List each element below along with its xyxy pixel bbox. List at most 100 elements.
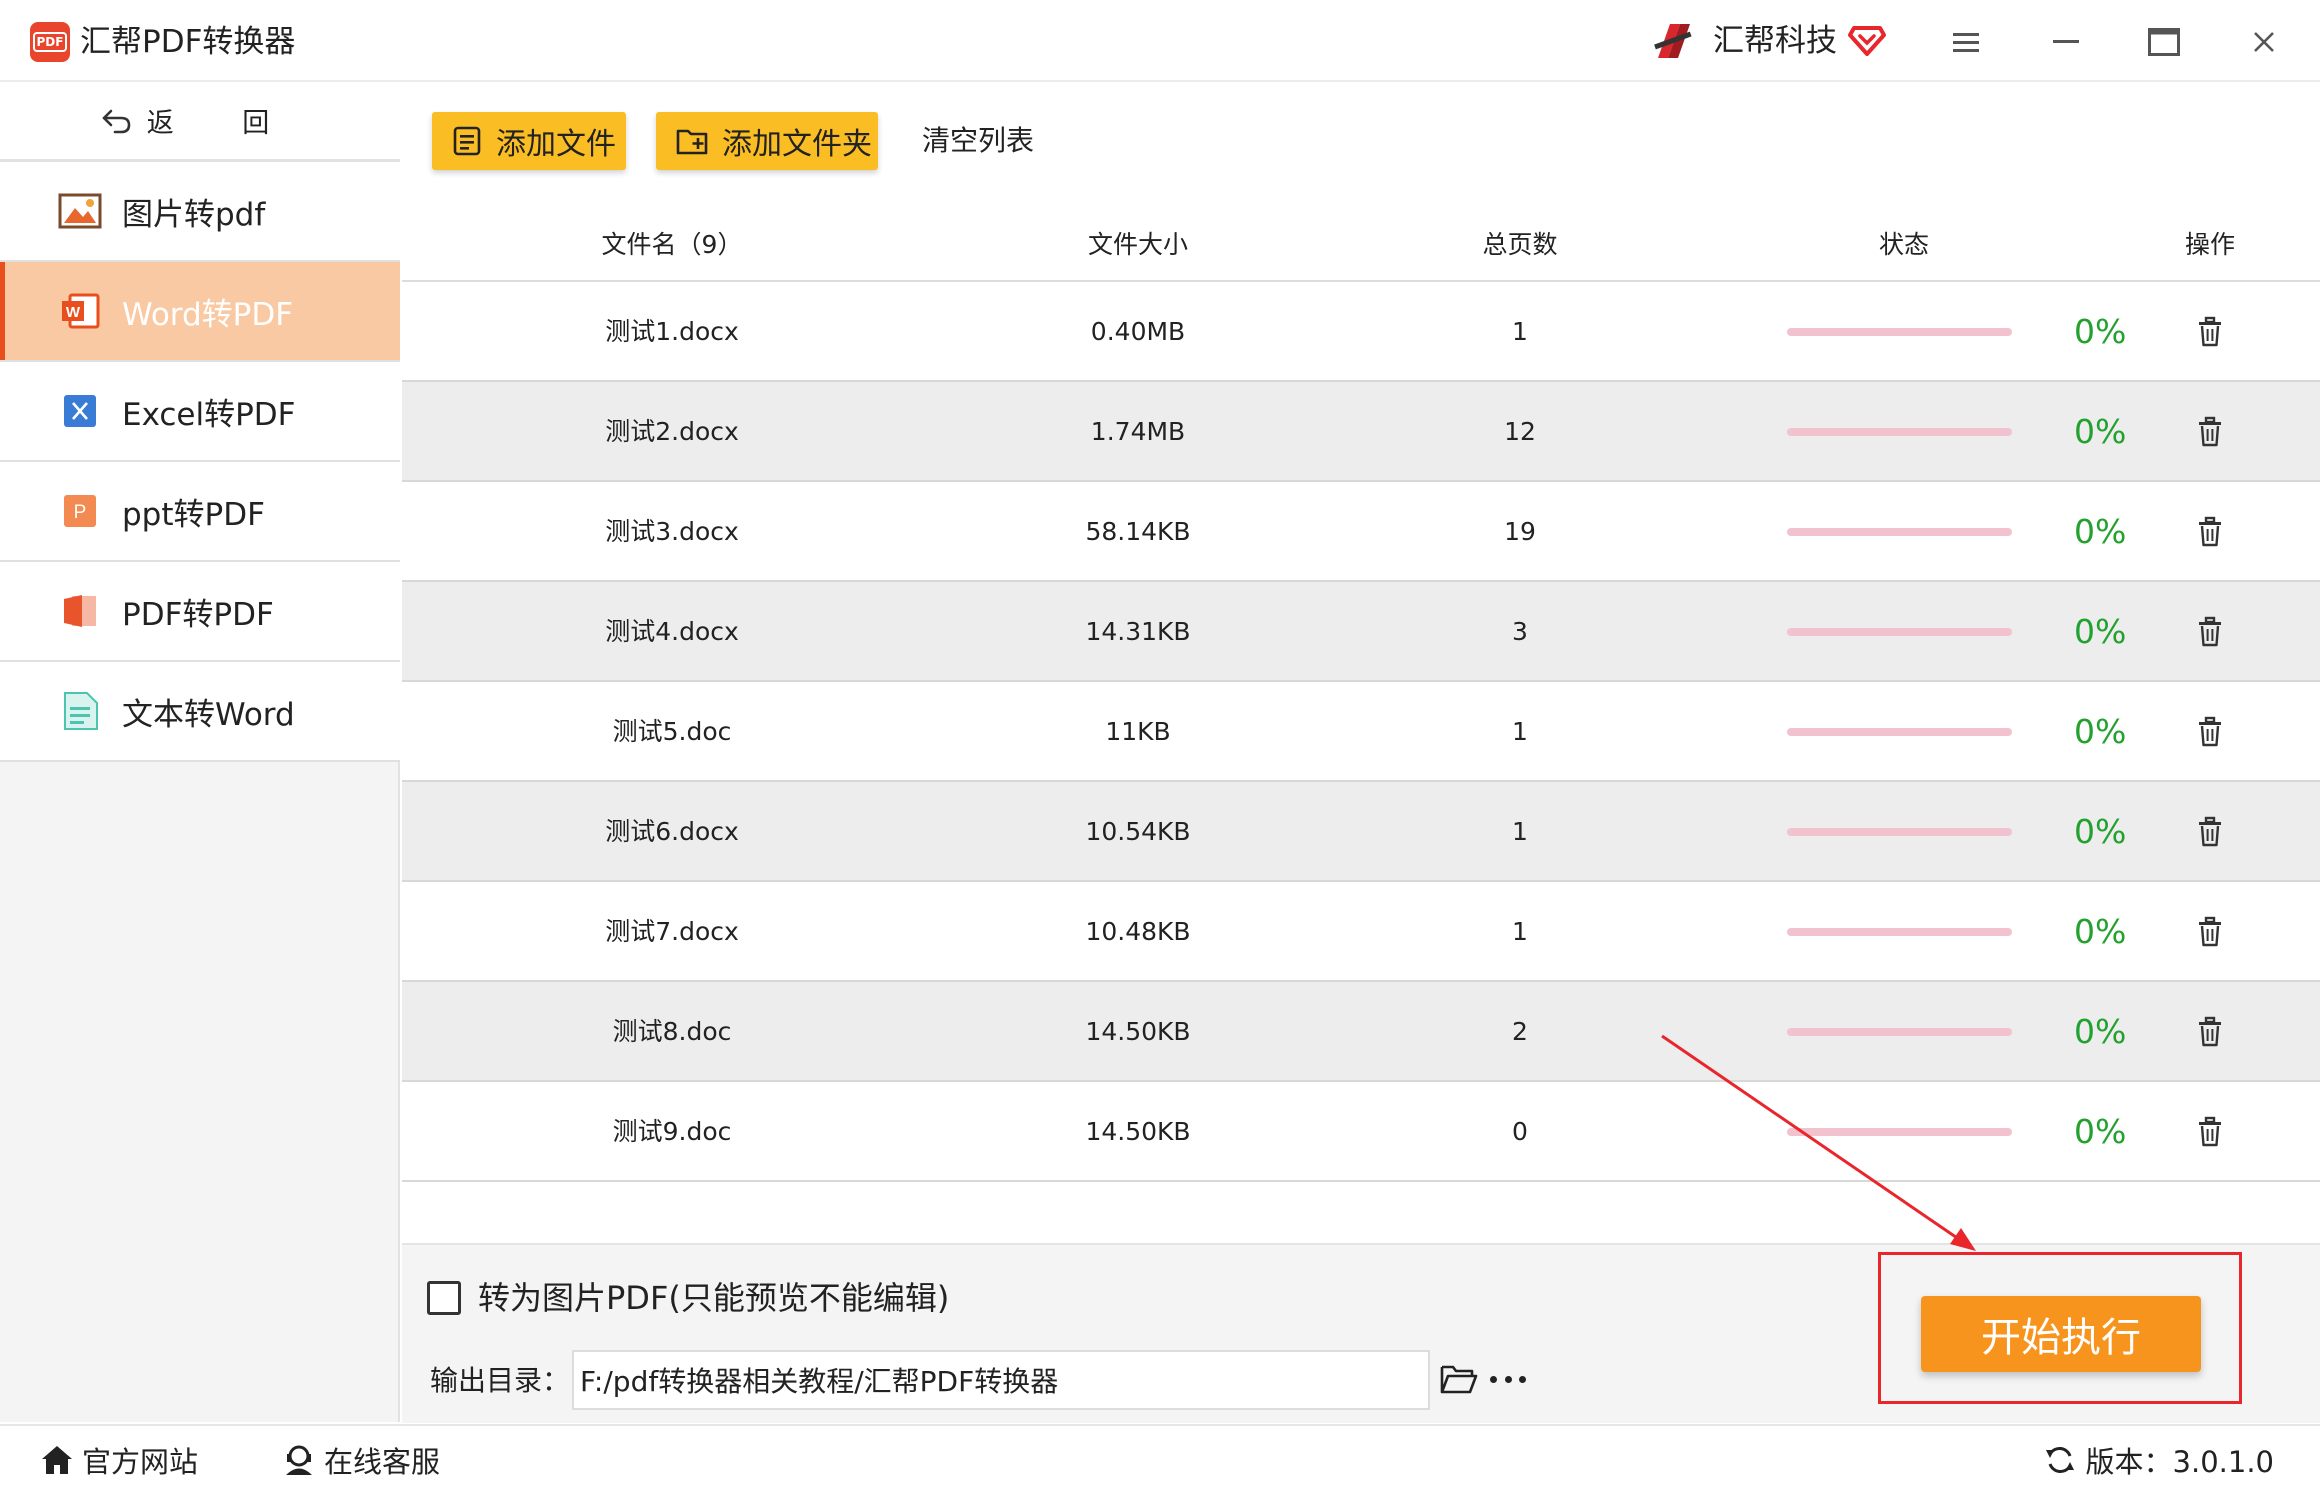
delete-icon[interactable] bbox=[2194, 1016, 2226, 1048]
delete-icon[interactable] bbox=[2194, 316, 2226, 348]
official-website-label: 官方网站 bbox=[82, 1445, 199, 1479]
delete-icon[interactable] bbox=[2194, 416, 2226, 448]
image-pdf-label: 转为图片PDF(只能预览不能编辑) bbox=[478, 1279, 950, 1317]
delete-icon[interactable] bbox=[2194, 816, 2226, 848]
sidebar-item-label: ppt转PDF bbox=[122, 496, 265, 533]
file-size-cell: 10.54KB bbox=[1085, 817, 1191, 846]
delete-icon[interactable] bbox=[2194, 1116, 2226, 1148]
minimize-icon bbox=[2053, 40, 2079, 43]
delete-icon[interactable] bbox=[2194, 616, 2226, 648]
table-header: 文件名（9） 文件大小 总页数 状态 操作 bbox=[402, 208, 2320, 282]
file-name-cell: 测试8.doc bbox=[612, 1017, 732, 1046]
table-row[interactable]: 测试5.doc 11KB 1 0% bbox=[402, 682, 2320, 782]
page-count-cell: 1 bbox=[1512, 917, 1528, 946]
maximize-icon bbox=[2148, 28, 2180, 56]
menu-button[interactable] bbox=[1944, 20, 1988, 64]
file-name-cell: 测试6.docx bbox=[605, 817, 739, 846]
vip-diamond-icon[interactable] bbox=[1848, 20, 1886, 58]
image-pdf-checkbox[interactable] bbox=[427, 1281, 461, 1315]
table-row[interactable]: 测试3.docx 58.14KB 19 0% bbox=[402, 482, 2320, 582]
file-size-cell: 11KB bbox=[1105, 717, 1171, 746]
progress-bar bbox=[1787, 528, 2012, 536]
progress-bar bbox=[1787, 428, 2012, 436]
app-logo-icon: PDF bbox=[30, 22, 70, 62]
column-header-name[interactable]: 文件名（9） bbox=[602, 208, 743, 282]
page-count-cell: 0 bbox=[1512, 1117, 1528, 1146]
delete-icon[interactable] bbox=[2194, 516, 2226, 548]
sidebar-item-image-to-pdf[interactable]: 图片转pdf bbox=[0, 162, 400, 262]
table-row[interactable]: 测试8.doc 14.50KB 2 0% bbox=[402, 982, 2320, 1082]
file-size-cell: 10.48KB bbox=[1085, 917, 1191, 946]
column-header-pages[interactable]: 总页数 bbox=[1482, 208, 1557, 282]
add-folder-button[interactable]: 添加文件夹 bbox=[656, 112, 878, 170]
output-dir-label: 输出目录： bbox=[430, 1364, 571, 1397]
progress-bar bbox=[1787, 1128, 2012, 1136]
page-count-cell: 2 bbox=[1512, 1017, 1528, 1046]
official-website-link[interactable]: 官方网站 bbox=[40, 1426, 198, 1492]
page-count-cell: 1 bbox=[1512, 717, 1528, 746]
sidebar-item-text-to-word[interactable]: 文本转Word bbox=[0, 662, 400, 762]
excel-icon bbox=[58, 391, 102, 431]
open-folder-icon[interactable] bbox=[1440, 1362, 1478, 1396]
file-name-cell: 测试1.docx bbox=[605, 317, 739, 346]
file-name-cell: 测试9.doc bbox=[612, 1117, 732, 1146]
progress-percent: 0% bbox=[2074, 912, 2127, 951]
image-icon bbox=[58, 191, 102, 231]
close-button[interactable] bbox=[2242, 20, 2286, 64]
version-label: 版本：3.0.1.0 bbox=[2085, 1445, 2274, 1479]
dot-icon bbox=[1490, 1375, 1497, 1383]
status-bar: 官方网站 在线客服 版本：3.0.1.0 bbox=[0, 1424, 2320, 1492]
close-icon bbox=[2254, 32, 2274, 52]
table-row[interactable]: 测试7.docx 10.48KB 1 0% bbox=[402, 882, 2320, 982]
progress-bar bbox=[1787, 628, 2012, 636]
start-button[interactable]: 开始执行 bbox=[1921, 1296, 2201, 1372]
add-folder-label: 添加文件夹 bbox=[722, 127, 872, 162]
sidebar: 返 回 图片转pdf W Word转PDF Excel转PDF P ppt转PD… bbox=[0, 82, 400, 1422]
column-header-size[interactable]: 文件大小 bbox=[1088, 208, 1188, 282]
progress-bar bbox=[1787, 328, 2012, 336]
version-info[interactable]: 版本：3.0.1.0 bbox=[2044, 1426, 2274, 1492]
dot-icon bbox=[1519, 1375, 1526, 1383]
progress-percent: 0% bbox=[2074, 412, 2127, 451]
sidebar-item-label: 图片转pdf bbox=[122, 196, 266, 233]
progress-percent: 0% bbox=[2074, 612, 2127, 651]
page-count-cell: 1 bbox=[1512, 317, 1528, 346]
svg-text:P: P bbox=[74, 502, 87, 523]
clear-list-button[interactable]: 清空列表 bbox=[922, 120, 1034, 162]
file-size-cell: 14.50KB bbox=[1085, 1117, 1191, 1146]
sidebar-item-ppt-to-pdf[interactable]: P ppt转PDF bbox=[0, 462, 400, 562]
page-count-cell: 3 bbox=[1512, 617, 1528, 646]
file-name-cell: 测试3.docx bbox=[605, 517, 739, 546]
maximize-button[interactable] bbox=[2142, 20, 2186, 64]
table-row[interactable]: 测试2.docx 1.74MB 12 0% bbox=[402, 382, 2320, 482]
add-file-icon bbox=[453, 126, 481, 156]
sidebar-item-word-to-pdf[interactable]: W Word转PDF bbox=[0, 262, 400, 362]
back-arrow-icon bbox=[102, 109, 131, 133]
add-file-button[interactable]: 添加文件 bbox=[432, 112, 626, 170]
back-button[interactable]: 返 回 bbox=[0, 82, 400, 162]
add-file-label: 添加文件 bbox=[496, 127, 616, 162]
sidebar-item-excel-to-pdf[interactable]: Excel转PDF bbox=[0, 362, 400, 462]
title-bar: PDF 汇帮PDF转换器 汇帮科技 bbox=[0, 0, 2320, 82]
table-row[interactable]: 测试6.docx 10.54KB 1 0% bbox=[402, 782, 2320, 882]
table-row[interactable]: 测试1.docx 0.40MB 1 0% bbox=[402, 282, 2320, 382]
progress-percent: 0% bbox=[2074, 812, 2127, 851]
delete-icon[interactable] bbox=[2194, 716, 2226, 748]
pdf-icon bbox=[58, 591, 102, 631]
file-list: 测试1.docx 0.40MB 1 0% 测试2.docx 1.74MB 12 0% 测试3.d… bbox=[402, 282, 2320, 1182]
brand-logo-icon bbox=[1654, 24, 1692, 58]
online-support-link[interactable]: 在线客服 bbox=[282, 1426, 440, 1492]
file-name-cell: 测试4.docx bbox=[605, 617, 739, 646]
progress-percent: 0% bbox=[2074, 712, 2127, 751]
delete-icon[interactable] bbox=[2194, 916, 2226, 948]
page-count-cell: 12 bbox=[1504, 417, 1536, 446]
minimize-button[interactable] bbox=[2044, 20, 2088, 64]
file-size-cell: 14.50KB bbox=[1085, 1017, 1191, 1046]
more-options-button[interactable] bbox=[1490, 1364, 1526, 1394]
progress-percent: 0% bbox=[2074, 512, 2127, 551]
table-row[interactable]: 测试9.doc 14.50KB 0 0% bbox=[402, 1082, 2320, 1182]
sidebar-item-pdf-to-pdf[interactable]: PDF转PDF bbox=[0, 562, 400, 662]
sidebar-item-label: Excel转PDF bbox=[122, 396, 296, 433]
table-row[interactable]: 测试4.docx 14.31KB 3 0% bbox=[402, 582, 2320, 682]
output-dir-input[interactable] bbox=[572, 1350, 1430, 1410]
